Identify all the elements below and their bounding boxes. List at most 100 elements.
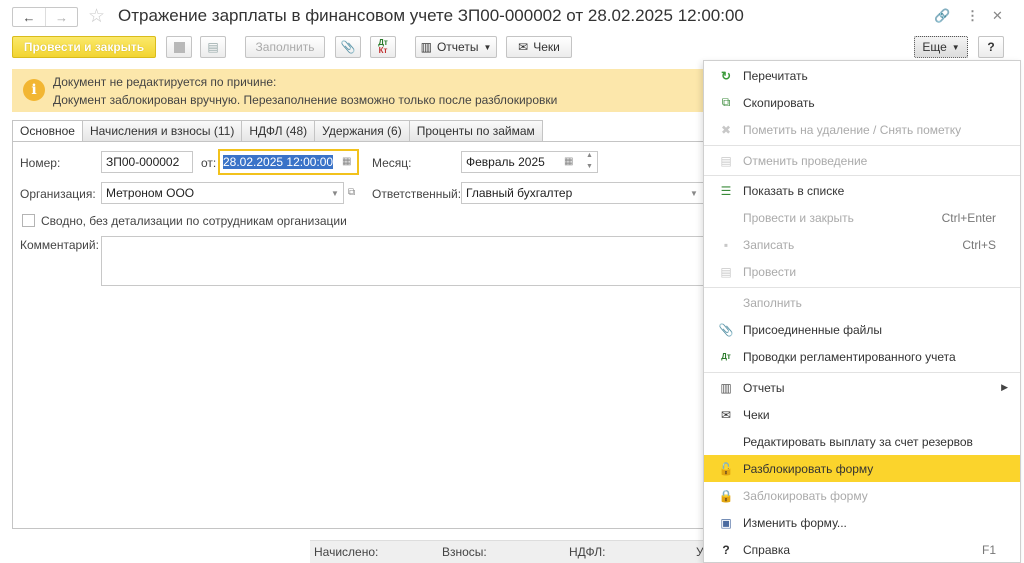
help-icon: ? [722, 542, 730, 557]
menu-item-shortcut: Ctrl+Enter [941, 210, 996, 225]
menu-item-edit-payout[interactable]: Редактировать выплату за счет резервов [704, 428, 1020, 455]
unpost-icon: ▤ [720, 153, 732, 168]
postings-button[interactable]: Дт Кт [370, 36, 396, 58]
checks-label: Чеки [533, 40, 560, 54]
month-label: Месяц: [372, 156, 412, 170]
menu-separator [704, 372, 1020, 373]
paperclip-icon: 📎 [718, 322, 734, 337]
back-arrow-icon: ← [22, 9, 36, 25]
window-title: Отражение зарплаты в финансовом учете ЗП… [118, 6, 744, 25]
attach-files-button[interactable]: 📎 [335, 36, 361, 58]
link-icon[interactable]: 🔗 [934, 8, 950, 24]
chevron-down-icon[interactable]: ▼ [690, 189, 698, 198]
menu-item-label: Чеки [743, 407, 770, 422]
refresh-icon: ↻ [720, 68, 732, 83]
menu-separator [704, 145, 1020, 146]
spin-down-icon[interactable]: ▼ [586, 163, 593, 170]
tab-main[interactable]: Основное [12, 120, 83, 142]
checks-icon: ✉ [720, 407, 732, 422]
menu-item-label: Скопировать [743, 95, 815, 110]
menu-item-edit-form[interactable]: ▣ Изменить форму... [704, 509, 1020, 536]
more-button[interactable]: Еще ▼ [914, 36, 968, 58]
menu-item-mark-delete[interactable]: ✖ Пометить на удаление / Снять пометку [704, 116, 1020, 143]
copy-icon: ⧉ [721, 95, 731, 109]
menu-item-label: Показать в списке [743, 183, 845, 198]
responsible-field[interactable]: Главный бухгалтер [461, 182, 704, 204]
ndfl-label: НДФЛ: [569, 545, 606, 559]
delete-mark-icon: ✖ [720, 122, 732, 137]
reports-icon: ▥ [720, 380, 732, 395]
open-icon[interactable]: ⧉ [348, 187, 355, 198]
responsible-label: Ответственный: [372, 187, 462, 201]
organization-label: Организация: [20, 187, 96, 201]
reports-button[interactable]: ▥ Отчеты ▼ [415, 36, 497, 58]
menu-item-copy[interactable]: ⧉ Скопировать [704, 89, 1020, 116]
menu-item-help[interactable]: ? Справка F1 [704, 536, 1020, 563]
menu-item-show-in-list[interactable]: ☰ Показать в списке [704, 177, 1020, 204]
banner-line-2: Документ заблокирован вручную. Перезапол… [53, 93, 558, 107]
title-bar: ← → ☆ Отражение зарплаты в финансовом уч… [0, 0, 1024, 34]
menu-item-label: Отменить проведение [743, 153, 868, 168]
menu-separator [704, 175, 1020, 176]
menu-item-label: Редактировать выплату за счет резервов [743, 434, 973, 449]
menu-item-label: Пометить на удаление / Снять пометку [743, 122, 962, 137]
calendar-icon[interactable]: ▦ [342, 156, 351, 167]
checks-button[interactable]: ✉ Чеки [506, 36, 572, 58]
tab-loan-interest[interactable]: Проценты по займам [409, 120, 543, 142]
more-vertical-icon[interactable]: ⋮ [966, 8, 979, 24]
menu-item-reports[interactable]: ▥ Отчеты ▶ [704, 374, 1020, 401]
paperclip-icon: 📎 [340, 40, 356, 54]
menu-item-label: Отчеты [743, 380, 785, 395]
banner-line-1: Документ не редактируется по причине: [53, 75, 277, 89]
close-icon[interactable]: ✕ [992, 8, 1003, 24]
menu-item-postings[interactable]: Дт Проводки регламентированного учета [704, 343, 1020, 370]
tab-bar: Основное Начисления и взносы (11) НДФЛ (… [12, 120, 543, 142]
menu-item-label: Разблокировать форму [743, 461, 874, 476]
info-icon: i [23, 79, 45, 101]
checks-icon: ✉ [518, 40, 529, 54]
tab-accruals[interactable]: Начисления и взносы (11) [82, 120, 243, 142]
menu-item-checks[interactable]: ✉ Чеки [704, 401, 1020, 428]
menu-item-label: Проводки регламентированного учета [743, 349, 956, 364]
unlock-icon: 🔓 [718, 461, 734, 476]
list-icon: ☰ [720, 183, 732, 198]
date-field[interactable]: 28.02.2025 12:00:00 [218, 149, 359, 175]
tab-ndfl[interactable]: НДФЛ (48) [242, 120, 316, 142]
month-field[interactable]: Февраль 2025 [461, 151, 598, 173]
nav-buttons: ← → [12, 7, 78, 27]
menu-item-unpost[interactable]: ▤ Отменить проведение [704, 147, 1020, 174]
more-menu: ↻ Перечитать ⧉ Скопировать ✖ Пометить на… [703, 60, 1021, 563]
menu-item-save[interactable]: ▪ Записать Ctrl+S [704, 231, 1020, 258]
calendar-icon[interactable]: ▦ [564, 156, 573, 167]
menu-item-shortcut: F1 [981, 542, 996, 557]
menu-item-reread[interactable]: ↻ Перечитать [704, 62, 1020, 89]
favorite-star-icon[interactable]: ☆ [88, 5, 105, 28]
menu-item-post-close[interactable]: Провести и закрыть Ctrl+Enter [704, 204, 1020, 231]
form-settings-icon: ▣ [720, 515, 732, 530]
back-button[interactable]: ← [13, 8, 45, 26]
help-button[interactable]: ? [978, 36, 1004, 58]
menu-item-unlock-form[interactable]: 🔓 Разблокировать форму [704, 455, 1020, 482]
comment-field[interactable] [101, 236, 704, 286]
menu-item-attached-files[interactable]: 📎 Присоединенные файлы [704, 316, 1020, 343]
spin-up-icon[interactable]: ▲ [586, 152, 593, 159]
summary-checkbox[interactable] [22, 214, 35, 227]
chevron-down-icon[interactable]: ▼ [331, 189, 339, 198]
save-button[interactable] [166, 36, 192, 58]
tab-deductions[interactable]: Удержания (6) [315, 120, 410, 142]
reports-icon: ▥ [420, 40, 432, 54]
number-field[interactable]: ЗП00-000002 [101, 151, 193, 173]
post-and-close-button[interactable]: Провести и закрыть [12, 36, 156, 58]
menu-item-post[interactable]: ▤ Провести [704, 258, 1020, 285]
fill-button[interactable]: Заполнить [245, 36, 325, 58]
save-icon: ▪ [723, 237, 729, 252]
chevron-down-icon: ▼ [483, 42, 492, 52]
dt-kt-icon: Дт [721, 352, 731, 361]
post-icon: ▤ [720, 264, 732, 279]
organization-field[interactable]: Метроном ООО [101, 182, 344, 204]
comment-label: Комментарий: [20, 238, 99, 252]
post-button[interactable]: ▤ [200, 36, 226, 58]
menu-item-fill[interactable]: Заполнить [704, 289, 1020, 316]
forward-button[interactable]: → [45, 8, 77, 26]
menu-item-lock-form[interactable]: 🔒 Заблокировать форму [704, 482, 1020, 509]
